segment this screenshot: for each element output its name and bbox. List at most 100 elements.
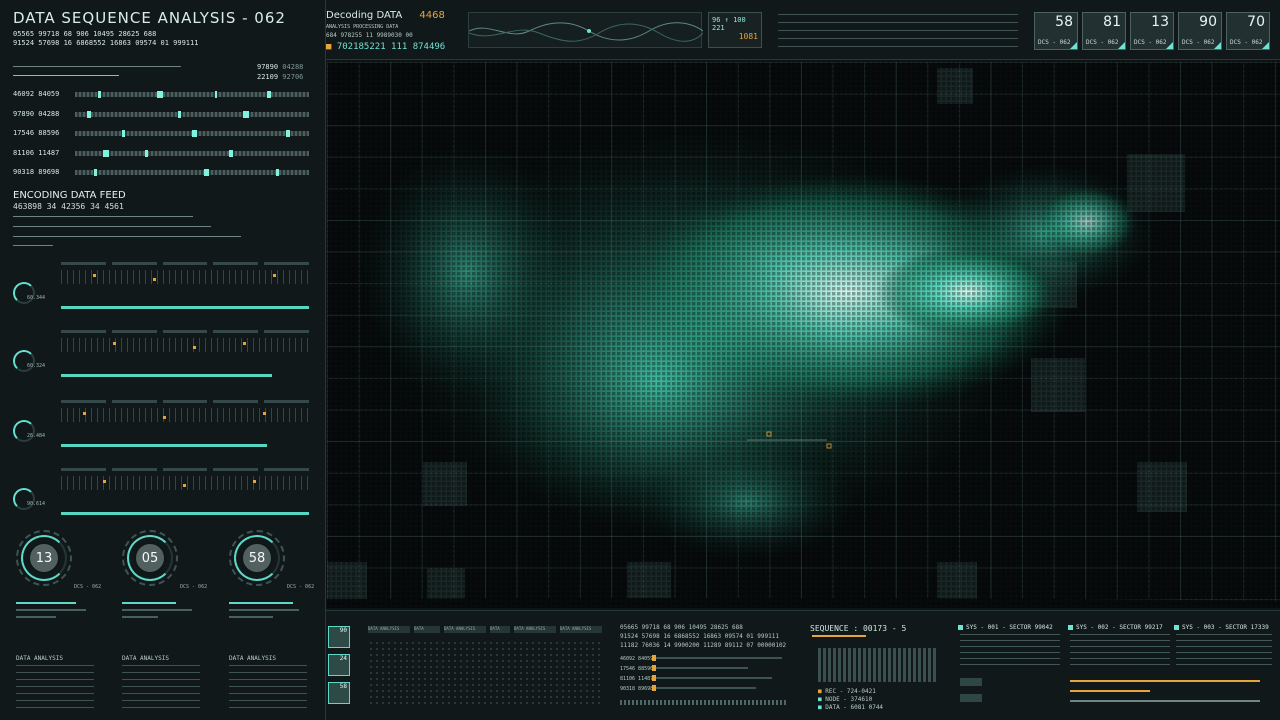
progress-meter	[61, 306, 309, 309]
seq-item: ■ REC - 724-0421	[818, 688, 876, 695]
data-bar-row: 81106 11487	[13, 148, 309, 158]
card-value: 70	[1247, 14, 1265, 30]
code-row: 91524 57698 16 6868552 16863 09574 01 99…	[620, 633, 779, 640]
card-value: 90	[1199, 14, 1217, 30]
indicator-block	[960, 694, 982, 702]
decoding-label: Decoding DATA 4468	[326, 10, 445, 21]
slider-label: 90318 89698	[620, 686, 654, 692]
log-lines	[16, 665, 94, 710]
slider-track[interactable]	[652, 675, 772, 681]
dial-gauge: 13	[16, 530, 72, 586]
tab[interactable]: DATA ANALYSIS	[444, 626, 486, 633]
data-bar-row: 97890 04288	[13, 109, 309, 119]
slider-track[interactable]	[652, 685, 756, 691]
gauge-value: 60.344	[27, 295, 46, 301]
card-label: DCS - 062	[1038, 39, 1071, 46]
sequence-bars	[818, 648, 938, 682]
card-label: DCS - 062	[1086, 39, 1119, 46]
sys-lines	[1176, 634, 1272, 666]
decoding-value: 4468	[419, 10, 445, 21]
right-stat-b: 22109 92706	[257, 73, 304, 81]
slider-track[interactable]	[652, 655, 782, 661]
card-value: 81	[1103, 14, 1121, 30]
seq-item: ■ NODE - 374610	[818, 696, 873, 703]
sys-header: SYS - 001 - SECTOR 99042	[958, 624, 1053, 631]
status-card[interactable]: 70 DCS - 062	[1226, 12, 1270, 50]
dial-label: DCS - 062	[287, 584, 315, 590]
sys-header: SYS - 003 - SECTOR 17339	[1174, 624, 1269, 631]
code-row: 05665 99718 68 906 10495 28625 688	[620, 624, 743, 631]
header-stats-row-2: 91524 57698 16 6868552 16863 09574 01 99…	[13, 39, 199, 47]
dial-gauge: 58	[229, 530, 285, 586]
card-value: 13	[1151, 14, 1169, 30]
sys-header: SYS - 002 - SECTOR 99217	[1068, 624, 1163, 631]
data-bar-row: 90318 89698	[13, 167, 309, 177]
thumbnail[interactable]: 58	[328, 682, 350, 704]
code-lines	[778, 14, 1018, 48]
right-stat-a: 97890 04288	[257, 63, 304, 71]
divider	[13, 245, 53, 246]
card-value: 58	[1055, 14, 1073, 30]
data-bar-row: 17546 88596	[13, 128, 309, 138]
progress-meter	[61, 512, 309, 515]
feed-title: ENCODING DATA FEED	[13, 190, 126, 201]
block-label: DATA ANALYSIS	[122, 655, 169, 662]
feed-row: 463898 34 42356 34 4561	[13, 202, 124, 211]
card-label: DCS - 062	[1230, 39, 1263, 46]
bar-strip	[620, 700, 788, 705]
data-tabs: DATA ANALYSIS DATA DATA ANALYSIS DATA DA…	[368, 626, 602, 633]
thumbnail[interactable]: 90	[328, 626, 350, 648]
sequence-value: 00173 - 5	[862, 624, 907, 633]
status-card[interactable]: 13 DCS - 062	[1130, 12, 1174, 50]
decoding-code-row: 684 978255 11 9989030 00	[326, 32, 413, 39]
code-row: 11182 76036 14 9900200 11289 89112 07 00…	[620, 642, 787, 649]
sequence-label: SEQUENCE : 00173 - 5	[810, 624, 907, 633]
dial-value: 05	[134, 542, 166, 574]
dial-value: 13	[28, 542, 60, 574]
tab[interactable]: DATA	[414, 626, 440, 633]
tab[interactable]: DATA ANALYSIS	[560, 626, 602, 633]
left-panel: DATA SEQUENCE ANALYSIS - 062 05565 99718…	[0, 0, 326, 720]
divider	[13, 66, 181, 67]
header-stats-row-1: 05565 99718 68 906 10495 28625 688	[13, 30, 157, 38]
status-card[interactable]: 90 DCS - 062	[1178, 12, 1222, 50]
data-bar-row: 46092 84059	[13, 89, 309, 99]
status-card[interactable]: 58 DCS - 062	[1034, 12, 1078, 50]
progress-meter	[61, 374, 272, 377]
particle-visualization[interactable]	[327, 62, 1280, 608]
counter-value: 1081	[738, 32, 758, 41]
data-matrix	[368, 640, 604, 708]
card-label: DCS - 062	[1134, 39, 1167, 46]
accent-line	[1070, 690, 1150, 692]
tab[interactable]: DATA ANALYSIS	[514, 626, 556, 633]
mini-lines	[229, 602, 307, 623]
slider-label: 46092 84059	[620, 656, 654, 662]
mini-lines	[16, 602, 94, 623]
thumbnail[interactable]: 24	[328, 654, 350, 676]
page-title: DATA SEQUENCE ANALYSIS - 062	[13, 9, 286, 27]
slider-track[interactable]	[652, 665, 748, 671]
particle-cloud	[327, 62, 1280, 608]
progress-meter	[61, 444, 267, 447]
log-lines	[229, 665, 307, 710]
divider	[13, 216, 193, 217]
dial-label: DCS - 062	[74, 584, 102, 590]
dial-value: 58	[241, 542, 273, 574]
tab[interactable]: DATA ANALYSIS	[368, 626, 410, 633]
analysis-module: 60.344	[13, 262, 309, 320]
indicator-block	[960, 678, 982, 686]
status-card[interactable]: 81 DCS - 062	[1082, 12, 1126, 50]
waveform-graph	[468, 22, 704, 42]
block-label: DATA ANALYSIS	[16, 655, 63, 662]
dial-gauge: 05	[122, 530, 178, 586]
waveform-panel	[468, 12, 704, 48]
tab[interactable]: DATA	[490, 626, 510, 633]
mini-lines	[122, 602, 200, 623]
sys-lines	[1070, 634, 1170, 666]
sequence-progress	[812, 635, 866, 637]
counter-line: 96 ↑ 100 221	[712, 16, 746, 32]
decoding-big-row: ■ 702185221 111 874496	[326, 42, 446, 52]
card-label: DCS - 062	[1182, 39, 1215, 46]
gauge-value: 90.614	[27, 501, 46, 507]
divider	[13, 226, 211, 227]
